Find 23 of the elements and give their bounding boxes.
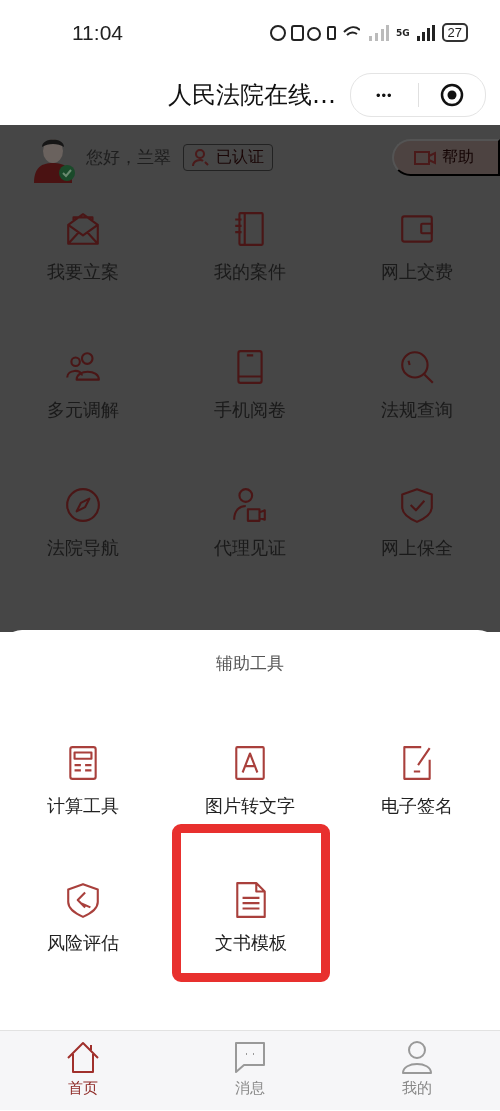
person-icon: [192, 148, 210, 167]
sheet-title: 辅助工具: [216, 653, 284, 673]
tool-label[interactable]: 计算工具: [47, 794, 120, 818]
person-camera-icon: [231, 486, 269, 524]
tab[interactable]: 我的: [333, 1031, 500, 1110]
help-button[interactable]: 帮助: [392, 139, 500, 176]
chat-icon: [232, 1039, 268, 1075]
more-button[interactable]: •••: [351, 80, 418, 110]
tool-label[interactable]: 图片转文字: [205, 794, 295, 818]
verified-label: 已认证: [216, 147, 264, 168]
tool-label[interactable]: 电子签名: [380, 794, 453, 818]
tab[interactable]: 消息: [166, 1031, 334, 1110]
signal-icon: [416, 24, 435, 41]
tool-label[interactable]: 文书模板: [215, 931, 287, 955]
battery-level: 27: [441, 23, 468, 42]
tab[interactable]: 首页: [0, 1031, 167, 1110]
signal-icon: [366, 24, 389, 41]
page-title: 人民法院在线…: [168, 80, 336, 111]
compass-icon: [64, 486, 103, 524]
video-icon: [414, 149, 436, 166]
tool-label[interactable]: 风险评估: [47, 931, 120, 955]
network-label: 5G: [395, 27, 410, 38]
status-time: 11:04: [72, 20, 123, 45]
